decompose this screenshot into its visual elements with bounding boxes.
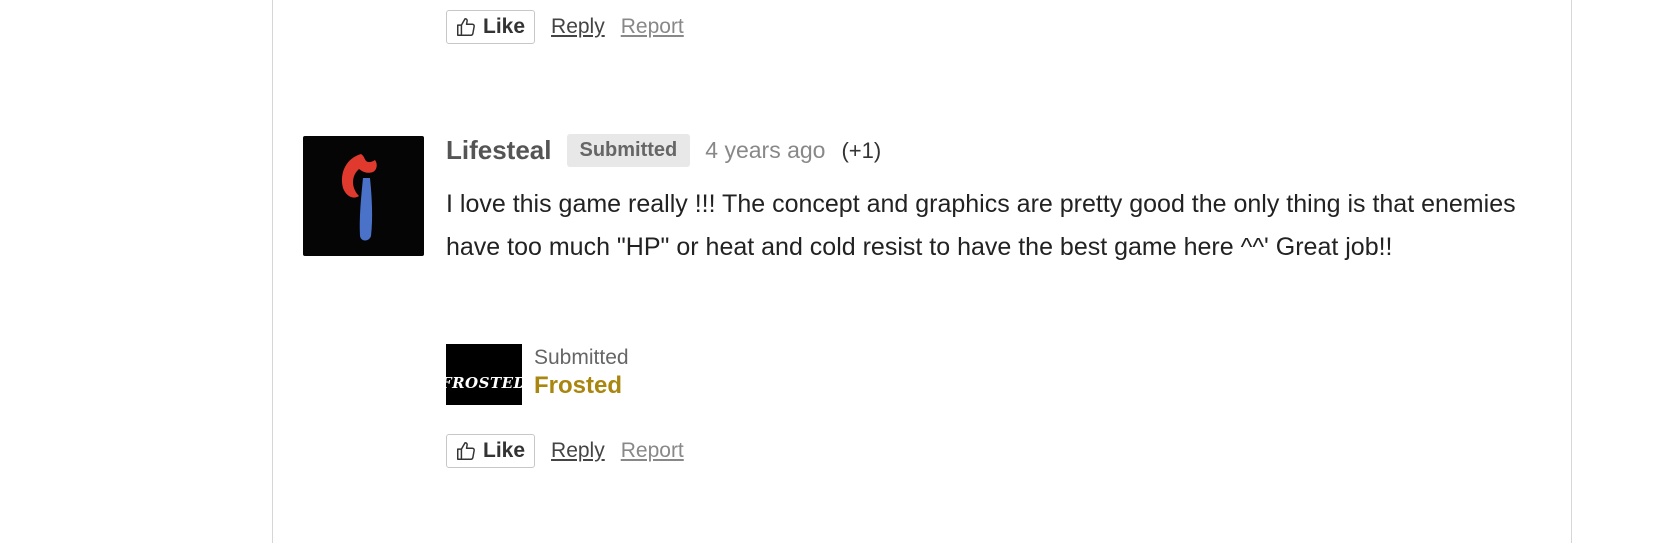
comment-header: Lifesteal Submitted 4 years ago (+1) [446, 134, 881, 167]
game-thumbnail[interactable]: FROSTED [441, 344, 527, 405]
comment-body: I love this game really !!! The concept … [446, 190, 1516, 261]
comment-actions: Like Reply Report [446, 434, 684, 468]
like-button[interactable]: Like [446, 434, 536, 468]
like-label: Like [483, 15, 526, 38]
game-thumb-text: FROSTED [440, 373, 528, 392]
red-blue-j-logo [341, 154, 377, 241]
report-link[interactable]: Report [621, 439, 684, 463]
thumbs-up-icon [457, 442, 475, 460]
like-button[interactable]: Like [446, 10, 536, 44]
submitted-game: Submitted Frosted [534, 345, 629, 401]
author-name[interactable]: Lifesteal [446, 135, 552, 166]
prev-comment-actions: Like Reply Report [446, 10, 684, 44]
comment-time: 4 years ago [705, 137, 826, 163]
thumbs-up-icon [457, 18, 475, 36]
status-badge: Submitted [566, 134, 691, 167]
vote-count: (+1) [841, 137, 882, 163]
submitted-label: Submitted [534, 346, 629, 369]
reply-link[interactable]: Reply [551, 15, 605, 39]
report-link[interactable]: Report [621, 15, 684, 39]
game-title-link[interactable]: Frosted [534, 371, 629, 401]
like-label: Like [483, 439, 526, 462]
user-avatar[interactable] [303, 136, 424, 256]
reply-link[interactable]: Reply [551, 439, 605, 463]
